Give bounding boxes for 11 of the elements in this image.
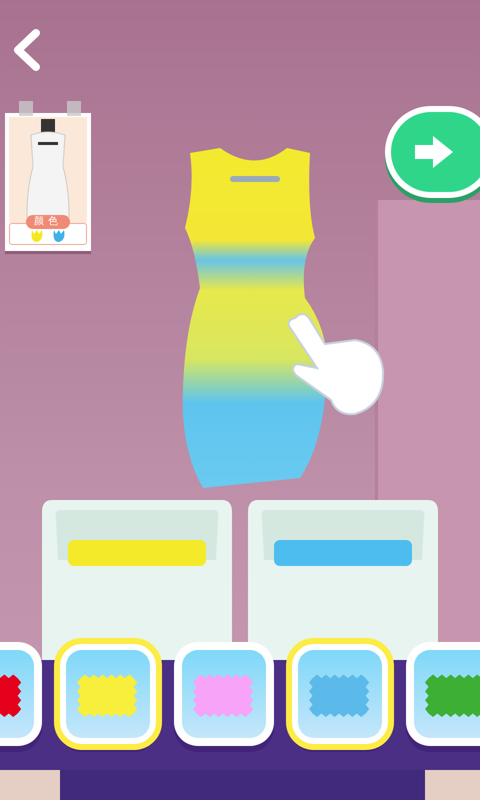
arrow-right-icon [413, 134, 455, 170]
tape-strip [67, 101, 81, 116]
fabric-swatch-button[interactable] [58, 642, 158, 746]
paint-drop-icon [52, 230, 66, 243]
color-label: 颜色 [26, 215, 70, 229]
paint-drop-icon [30, 230, 44, 243]
fabric-swatch-button[interactable] [406, 642, 480, 746]
pointing-hand-icon [285, 310, 387, 418]
fabric-swatch-button[interactable] [290, 642, 390, 746]
tape-strip [19, 101, 33, 116]
fabric-swatch-button[interactable] [174, 642, 274, 746]
